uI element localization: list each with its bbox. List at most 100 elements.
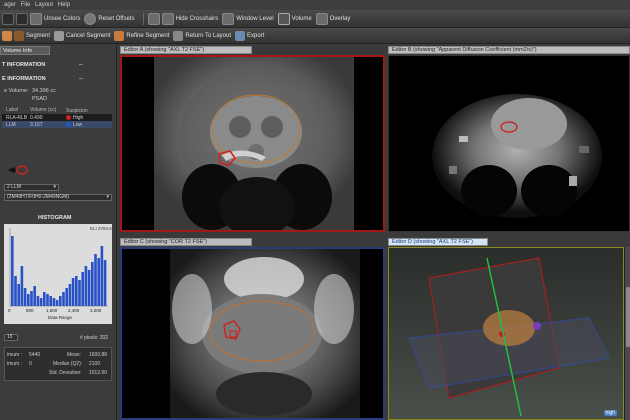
segment-tool-icon <box>14 30 24 41</box>
menu-item-ager[interactable]: ager <box>4 2 16 8</box>
histogram-bar <box>17 284 20 306</box>
histogram-bar <box>68 284 72 306</box>
editor-d-3d-viewport[interactable]: high <box>388 247 624 420</box>
table-header: Label Volume (cc) Suspicion <box>2 107 112 114</box>
chevron-down-icon: ▾ <box>53 184 56 190</box>
volume-label: e Volume: <box>4 88 29 94</box>
volume-info-panel: Volume Info T INFORMATION ⇔ E INFORMATIO… <box>0 44 117 420</box>
histogram-bar <box>30 291 33 306</box>
tab-editor-b[interactable]: Editor B (showing "Apparent Diffusion Co… <box>388 46 630 54</box>
pointer-tool-icon[interactable] <box>2 12 14 25</box>
histogram-x-axis-label: Data Range <box>48 315 73 320</box>
menu-item-layout[interactable]: Layout <box>35 2 53 8</box>
contrast-icon <box>222 12 235 25</box>
volume-row: e Volume: 34.396 cc <box>4 88 56 94</box>
histogram-bar <box>27 294 30 306</box>
overlay-icon <box>315 12 328 25</box>
editor-b-viewport[interactable] <box>388 55 630 232</box>
mean-value: 1600.88 <box>89 352 108 358</box>
pixel-count: # pixels: 202 <box>80 335 109 341</box>
bin-count-field[interactable]: 15 <box>4 334 18 341</box>
lesion-select[interactable]: 2 LLM ▾ <box>4 184 59 191</box>
table-row[interactable]: LLM 3.157 Low <box>2 121 112 128</box>
histogram-bar <box>46 294 49 306</box>
std-label: Std. Deviation: <box>49 370 82 376</box>
tick-label: 2,400 <box>68 308 80 313</box>
return-to-layout-label: Return To Layout <box>185 32 231 39</box>
editor-c-viewport[interactable] <box>120 247 385 420</box>
histogram-bar <box>84 266 88 306</box>
reset-offsets-label: Reset Offsets <box>98 15 135 22</box>
unsee-colors-button[interactable]: Unsee Colors <box>30 12 81 25</box>
column-header[interactable]: Label <box>2 107 30 114</box>
export-button[interactable]: Export <box>235 30 265 41</box>
lesion-label: LLM <box>6 121 16 128</box>
toolbar-divider <box>142 12 144 25</box>
min-label: imum : <box>7 352 22 358</box>
window-level-button[interactable]: Window Level <box>222 12 274 25</box>
tab-editor-d[interactable]: Editor D (showing "AXL T2 FSE") <box>388 238 488 246</box>
layout-icon[interactable] <box>147 12 160 25</box>
median-value: 2100 <box>89 361 101 367</box>
overlay-button[interactable]: Overlay <box>315 12 351 25</box>
zoom-tool-icon[interactable] <box>16 12 28 25</box>
render-quality-badge[interactable]: high <box>603 410 617 416</box>
editor-a-viewport[interactable] <box>120 55 385 237</box>
segment-button[interactable]: Segment <box>26 33 50 39</box>
collapse-icon[interactable]: ⇔ <box>78 62 84 68</box>
chevron-down-icon: ▾ <box>106 194 109 200</box>
vertical-scrollbar[interactable] <box>624 247 630 420</box>
histogram-bar <box>97 258 100 306</box>
column-header[interactable]: Volume (cc) <box>30 107 66 114</box>
menu-item-file[interactable]: File <box>21 2 31 8</box>
histogram-bar <box>52 298 56 306</box>
column-header[interactable]: Suspicion <box>66 107 106 114</box>
axial-t2-image <box>154 57 354 237</box>
volume-info-tab[interactable]: Volume Info <box>0 46 50 55</box>
menu-item-help[interactable]: Help <box>58 2 70 8</box>
collapse-icon[interactable]: ⇔ <box>78 76 84 82</box>
return-icon <box>173 30 184 41</box>
lesion-table: Label Volume (cc) Suspicion RLA-RLB 0.49… <box>2 107 112 128</box>
volume-label: Volume <box>291 15 312 22</box>
histogram-bar <box>36 296 40 306</box>
lesion-label: RLA-RLB <box>6 114 28 121</box>
pencil-icon[interactable] <box>2 30 12 41</box>
tick-label: 800 <box>26 308 34 313</box>
scrollbar-thumb[interactable] <box>626 287 630 347</box>
series-select[interactable]: (2M49HT/F0H0-2M49NGM) ▾ <box>4 194 112 201</box>
histogram-bar <box>78 280 81 306</box>
statistics-box: imum : 5440 imum : 0 Mean: 1600.88 Media… <box>4 347 112 381</box>
histogram-bar <box>43 292 46 306</box>
export-icon <box>235 30 245 41</box>
table-row[interactable]: RLA-RLB 0.490 High <box>2 114 112 121</box>
unsee-colors-label: Unsee Colors <box>44 15 81 22</box>
histogram-heading: HISTOGRAM <box>38 215 72 221</box>
lesion-outline-icon[interactable] <box>6 164 28 176</box>
suspicion-cell: High <box>66 115 106 121</box>
tab-editor-a[interactable]: Editor A (showing "AXL T2 FSE") <box>120 46 252 54</box>
reset-offsets-button[interactable]: Reset Offsets <box>84 12 135 25</box>
histogram-bar <box>49 296 52 306</box>
lesion-volume: 0.490 <box>30 114 43 121</box>
histogram-bar <box>62 292 65 306</box>
histogram-bar <box>39 298 43 306</box>
overlay-label: Overlay <box>329 15 351 22</box>
volume-value: 34.396 cc <box>32 88 56 94</box>
suspicion-cell: Low <box>66 122 106 128</box>
window-level-label: Window Level <box>236 15 274 22</box>
export-label: Export <box>247 32 265 39</box>
bin-count-value: 15 <box>7 334 13 340</box>
histogram-bar <box>14 276 17 306</box>
tab-editor-c[interactable]: Editor C (showing "COR T2 FSE") <box>120 238 252 246</box>
histogram-bar <box>65 288 68 306</box>
volume-button[interactable]: Volume <box>277 12 312 25</box>
histogram-bar <box>23 288 27 306</box>
refine-segment-button[interactable]: Refine Segment <box>114 30 169 41</box>
histogram-bar <box>75 276 78 306</box>
suspicion-value: Low <box>73 121 83 128</box>
histogram-bar <box>59 296 62 306</box>
cancel-segment-button[interactable]: Cancel Segment <box>54 30 110 41</box>
return-to-layout-button[interactable]: Return To Layout <box>173 30 231 41</box>
hide-crosshairs-button[interactable]: Hide Crosshairs <box>161 12 218 25</box>
